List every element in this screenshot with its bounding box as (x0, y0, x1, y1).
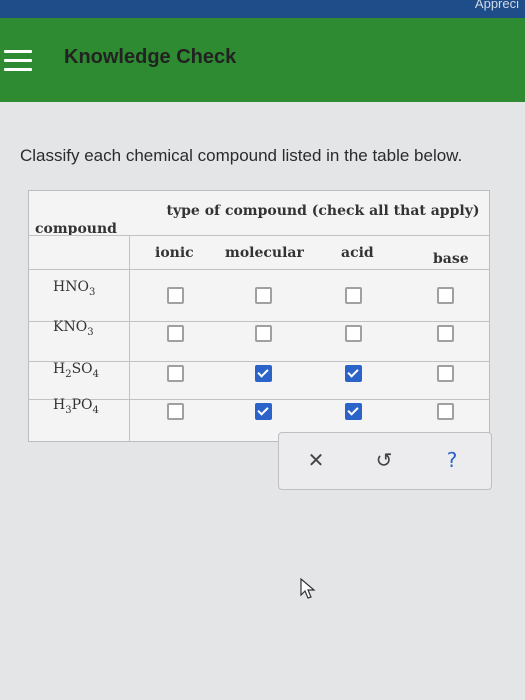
column-header-base: base (433, 251, 469, 267)
mouse-cursor-icon (300, 578, 316, 599)
undo-icon: ↺ (375, 448, 393, 472)
compound-formula-kno3: KNO3 (53, 319, 94, 338)
close-icon: ✕ (307, 448, 325, 472)
compound-formula-hno3: HNO3 (53, 279, 96, 298)
undo-button[interactable]: ↺ (371, 447, 397, 473)
row-divider (29, 321, 489, 322)
checkbox-row1-acid[interactable] (345, 287, 362, 304)
clear-button[interactable]: ✕ (303, 447, 329, 473)
type-of-compound-header: type of compound (check all that apply) (166, 203, 480, 219)
checkbox-row2-acid[interactable] (345, 325, 362, 342)
checkbox-row3-molecular[interactable] (255, 365, 272, 382)
compound-formula-h3po4: H3PO4 (53, 397, 99, 416)
checkbox-row2-base[interactable] (437, 325, 454, 342)
checkbox-row1-base[interactable] (437, 287, 454, 304)
checkbox-row1-molecular[interactable] (255, 287, 272, 304)
column-divider (129, 235, 130, 441)
hamburger-menu-icon[interactable] (4, 50, 32, 72)
app-header: Knowledge Check (0, 18, 525, 102)
checkbox-row3-ionic[interactable] (167, 365, 184, 382)
browser-tab-strip: Appreci (0, 0, 525, 18)
checkbox-row2-ionic[interactable] (167, 325, 184, 342)
checkbox-row3-acid[interactable] (345, 365, 362, 382)
column-header-acid: acid (341, 245, 374, 261)
checkbox-row3-base[interactable] (437, 365, 454, 382)
column-header-molecular: molecular (225, 245, 304, 261)
answer-toolbar: ✕ ↺ ? (278, 432, 492, 490)
row-divider (29, 269, 489, 270)
checkbox-row4-ionic[interactable] (167, 403, 184, 420)
compound-classification-table: type of compound (check all that apply) … (28, 190, 490, 442)
checkbox-row2-molecular[interactable] (255, 325, 272, 342)
checkbox-row4-base[interactable] (437, 403, 454, 420)
header-divider (29, 235, 489, 236)
checkbox-row4-molecular[interactable] (255, 403, 272, 420)
checkbox-row1-ionic[interactable] (167, 287, 184, 304)
tab-label: Appreci (474, 0, 519, 11)
question-prompt: Classify each chemical compound listed i… (20, 146, 463, 165)
column-header-ionic: ionic (155, 245, 194, 261)
checkbox-row4-acid[interactable] (345, 403, 362, 420)
help-icon: ? (446, 448, 458, 472)
help-button[interactable]: ? (439, 447, 465, 473)
page-title: Knowledge Check (64, 46, 237, 68)
compound-formula-h2so4: H2SO4 (53, 361, 100, 380)
